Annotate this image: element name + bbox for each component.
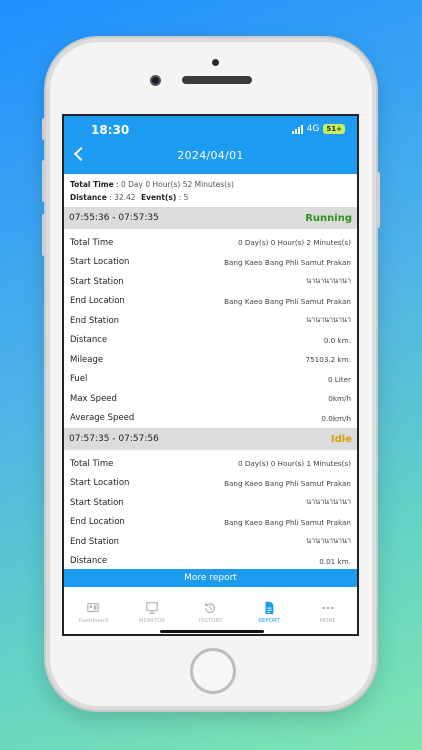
detail-value: 0 Day(s) 0 Hour(s) 2 Minutes(s) (238, 238, 351, 248)
top-bar: 18:30 4G 51+ 2024/04/01 (64, 116, 357, 174)
tab-label: HISTORY (198, 618, 223, 624)
history-icon (205, 602, 216, 614)
segment-status: Idle (330, 433, 352, 445)
sensor-dot (212, 59, 219, 66)
more-report-button[interactable]: More report (64, 569, 357, 587)
app-screen: 18:30 4G 51+ 2024/04/01 Total Time : 0 D… (62, 114, 359, 636)
detail-row: Average Speed 0.0km/h (64, 409, 357, 429)
detail-row: End Location Bang Kaeo Bang Phli Samut Pr… (64, 513, 357, 533)
mute-switch[interactable] (42, 118, 46, 140)
detail-label: Start Station (70, 276, 124, 287)
detail-label: Mileage (70, 354, 104, 365)
detail-label: Fuel (70, 374, 88, 385)
detail-row: End Location Bang Kaeo Bang Phli Samut Pr… (64, 292, 357, 312)
detail-row: Total Time 0 Day(s) 0 Hour(s) 2 Minutes(s… (64, 233, 357, 253)
detail-row: Start Station นานานานานา (64, 493, 357, 513)
summary-total-time: Total Time : 0 Day 0 Hour(s) 52 Minutes(… (70, 180, 234, 189)
network-type: 4G (306, 124, 320, 134)
detail-label: Total Time (70, 237, 114, 248)
status-indicators: 4G 51+ (291, 124, 345, 134)
detail-value: 0km/h (328, 394, 351, 404)
segment-card: 07:55:36 - 07:57:35 Running Total Time 0 … (64, 207, 357, 428)
status-time: 18:30 (91, 123, 130, 137)
detail-row: End Station นานานานานา (64, 532, 357, 552)
detail-label: Distance (70, 556, 108, 567)
bottom-tab-bar: Dashboard MONITOR HISTORY REPORT MORE (64, 587, 357, 634)
segment-card: 07:57:35 - 07:57:56 Idle Total Time 0 Day… (64, 428, 357, 571)
tab-label: MONITOR (138, 618, 166, 624)
segment-header[interactable]: 07:55:36 - 07:57:35 Running (64, 207, 357, 229)
detail-label: End Station (70, 536, 120, 547)
tab-monitor[interactable]: MONITOR (123, 587, 182, 634)
detail-label: Total Time (70, 458, 114, 469)
detail-value: 0 Day(s) 0 Hour(s) 1 Minutes(s) (238, 459, 351, 469)
detail-label: Start Location (70, 478, 130, 489)
detail-row: Mileage 75103.2 km. (64, 350, 357, 370)
detail-value: 75103.2 km. (305, 355, 351, 365)
detail-label: Max Speed (70, 393, 117, 404)
detail-row: Fuel 0 Liter (64, 370, 357, 390)
tab-label: Dashboard (78, 618, 109, 624)
summary-distance-events: Distance : 32.42 Event(s) : 5 (70, 193, 189, 202)
tab-history[interactable]: HISTORY (181, 587, 240, 634)
detail-label: End Location (70, 517, 125, 528)
battery-icon: 51+ (323, 124, 345, 134)
detail-value: Bang Kaeo Bang Phli Samut Prakan (224, 478, 351, 488)
dashboard-icon (87, 603, 100, 613)
detail-label: Average Speed (70, 413, 135, 424)
segment-time-range: 07:57:35 - 07:57:56 (69, 434, 159, 444)
detail-row: Total Time 0 Day(s) 0 Hour(s) 1 Minutes(s… (64, 454, 357, 474)
home-button[interactable] (190, 648, 236, 694)
detail-row: Distance 0.0 km. (64, 331, 357, 351)
tab-label: MORE (319, 618, 336, 624)
detail-value: Bang Kaeo Bang Phli Samut Prakan (224, 296, 351, 306)
detail-value: 0.0 km. (323, 335, 351, 345)
detail-value: 0.0km/h (321, 413, 351, 423)
detail-label: Start Station (70, 497, 124, 508)
detail-value: นานานานานา (306, 315, 351, 325)
detail-value: 0.01 km. (319, 556, 351, 566)
detail-label: End Location (70, 296, 125, 307)
detail-row: Start Location Bang Kaeo Bang Phli Samut … (64, 253, 357, 273)
detail-row: Start Location Bang Kaeo Bang Phli Samut … (64, 474, 357, 494)
detail-label: End Station (70, 315, 120, 326)
detail-label: Start Location (70, 257, 130, 268)
front-camera (150, 75, 161, 86)
page-title: 2024/04/01 (177, 149, 244, 162)
detail-value: นานานานานา (306, 276, 351, 286)
volume-up-button[interactable] (42, 160, 46, 202)
segment-status: Running (305, 212, 352, 224)
detail-value: นานานานานา (306, 536, 351, 546)
detail-value: Bang Kaeo Bang Phli Samut Prakan (224, 517, 351, 527)
tab-dashboard[interactable]: Dashboard (64, 587, 123, 634)
detail-row: End Station นานานานานา (64, 311, 357, 331)
signal-icon (291, 124, 303, 134)
tab-label: REPORT (258, 618, 280, 624)
report-summary: Total Time : 0 Day 0 Hour(s) 52 Minutes(… (64, 174, 357, 204)
report-icon (265, 601, 274, 615)
earpiece-speaker (182, 76, 252, 84)
home-indicator (160, 630, 264, 633)
tab-report[interactable]: REPORT (240, 587, 299, 634)
detail-value: นานานานานา (306, 497, 351, 507)
segment-header[interactable]: 07:57:35 - 07:57:56 Idle (64, 428, 357, 450)
power-button[interactable] (376, 172, 380, 228)
segment-time-range: 07:55:36 - 07:57:35 (69, 213, 159, 223)
monitor-icon (146, 602, 158, 614)
detail-label: Distance (70, 335, 108, 346)
volume-down-button[interactable] (42, 214, 46, 256)
detail-row: Start Station นานานานานา (64, 272, 357, 292)
detail-value: Bang Kaeo Bang Phli Samut Prakan (224, 257, 351, 267)
more-icon (321, 606, 334, 610)
tab-more[interactable]: MORE (298, 587, 357, 634)
detail-row: Max Speed 0km/h (64, 389, 357, 409)
detail-value: 0 Liter (327, 374, 351, 384)
